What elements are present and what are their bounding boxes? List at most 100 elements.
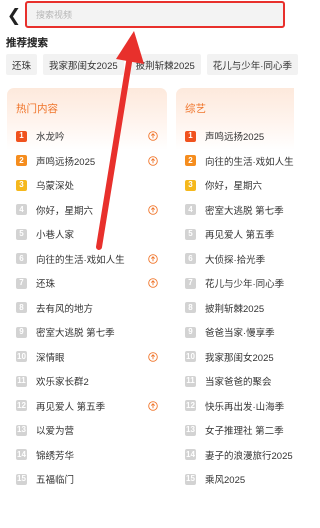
rank-badge: 5 [185,228,196,240]
ranking-row[interactable]: 10 深情眼 [7,345,167,370]
ranking-row[interactable]: 12 快乐再出发·山海季 [176,394,294,419]
ranking-row[interactable]: 6 向往的生活·戏如人生 [7,247,167,272]
search-box[interactable] [25,1,285,28]
recommend-chips: 还珠 我家那闺女2025 披荆斩棘2025 花儿与少年·同心季 [6,54,298,75]
rank-badge: 11 [185,375,196,387]
ranking-label: 向往的生活·戏如人生 [36,254,125,266]
ranking-row[interactable]: 9 爸爸当家·慢享季 [176,320,294,345]
ranking-row[interactable]: 14 妻子的浪漫旅行2025 [176,443,294,468]
ranking-row[interactable]: 5 再见爱人 第五季 [176,222,294,247]
rank-badge: 6 [185,253,196,265]
ranking-label: 乌蒙深处 [36,181,75,193]
ranking-label: 欢乐家长群2 [36,377,89,389]
ranking-row[interactable]: 15 乘风2025 [176,467,294,492]
ranking-row[interactable]: 14 锦绣芳华 [7,443,167,468]
rank-badge: 10 [185,351,196,363]
rank-badge: 9 [16,326,27,338]
ranking-label: 我家那闺女2025 [205,352,274,364]
ranking-row[interactable]: 7 花儿与少年·同心季 [176,271,294,296]
ranking-label: 你好，星期六 [205,181,263,193]
variety-list: 1 声鸣远扬2025 2 向往的生活·戏如人生 3 你好，星期六 4 密室大逃脱 第七季 5 再见… [176,124,294,492]
ranking-row[interactable]: 4 你好，星期六 [7,198,167,223]
ranking-label: 水龙吟 [36,132,65,144]
ranking-row[interactable]: 11 当家爸爸的聚会 [176,369,294,394]
hot-content-list: 1 水龙吟 2 声鸣远扬2025 3 乌蒙深处 4 你好，星期六 5 小巷人家 6 向往的生活·戏如人… [7,124,167,492]
variety-card: 综艺 1 声鸣远扬2025 2 向往的生活·戏如人生 3 你好，星期六 4 密室大逃脱 第七季… [176,88,294,520]
ranking-row[interactable]: 8 去有风的地方 [7,296,167,321]
ranking-label: 向往的生活·戏如人生 [205,156,294,168]
ranking-label: 密室大逃脱 第七季 [205,205,284,217]
rank-badge: 4 [16,204,27,216]
ranking-label: 爸爸当家·慢享季 [205,328,275,340]
ranking-row[interactable]: 9 密室大逃脱 第七季 [7,320,167,345]
ranking-label: 密室大逃脱 第七季 [36,328,115,340]
ranking-label: 乘风2025 [205,475,246,487]
trending-up-icon [148,253,158,264]
search-page: ❮ 推荐搜索 还珠 我家那闺女2025 披荆斩棘2025 花儿与少年·同心季 热… [0,0,300,528]
ranking-row[interactable]: 8 披荆斩棘2025 [176,296,294,321]
recommend-chip[interactable]: 披荆斩棘2025 [129,54,201,75]
rank-badge: 2 [16,155,27,167]
ranking-row[interactable]: 13 以爱为营 [7,418,167,443]
rank-badge: 8 [185,302,196,314]
recommend-chip[interactable]: 我家那闺女2025 [43,54,124,75]
ranking-row[interactable]: 3 你好，星期六 [176,173,294,198]
recommend-chip[interactable]: 花儿与少年·同心季 [206,54,298,75]
rank-badge: 12 [16,400,27,412]
rank-badge: 13 [185,424,196,436]
rank-badge: 2 [185,155,196,167]
ranking-label: 女子推理社 第二季 [205,426,284,438]
recommend-title: 推荐搜索 [6,37,48,49]
rank-badge: 1 [16,130,27,142]
ranking-row[interactable]: 13 女子推理社 第二季 [176,418,294,443]
variety-title: 综艺 [185,103,206,115]
ranking-row[interactable]: 10 我家那闺女2025 [176,345,294,370]
ranking-row[interactable]: 4 密室大逃脱 第七季 [176,198,294,223]
rank-badge: 13 [16,424,27,436]
ranking-row[interactable]: 15 五福临门 [7,467,167,492]
rank-badge: 6 [16,253,27,265]
ranking-label: 深情眼 [36,352,65,364]
ranking-label: 五福临门 [36,475,75,487]
ranking-label: 声鸣远扬2025 [205,132,265,144]
ranking-label: 花儿与少年·同心季 [205,279,285,291]
rank-badge: 15 [16,473,27,485]
ranking-label: 声鸣远扬2025 [36,156,96,168]
ranking-row[interactable]: 1 水龙吟 [7,124,167,149]
ranking-row[interactable]: 5 小巷人家 [7,222,167,247]
ranking-label: 还珠 [36,279,56,291]
rank-badge: 10 [16,351,27,363]
ranking-row[interactable]: 1 声鸣远扬2025 [176,124,294,149]
trending-up-icon [148,400,158,411]
ranking-label: 大侦探·拾光季 [205,254,266,266]
ranking-row[interactable]: 6 大侦探·拾光季 [176,247,294,272]
ranking-row[interactable]: 7 还珠 [7,271,167,296]
ranking-label: 以爱为营 [36,426,75,438]
ranking-row[interactable]: 12 再见爱人 第五季 [7,394,167,419]
ranking-label: 锦绣芳华 [36,450,75,462]
rank-badge: 11 [16,375,27,387]
ranking-label: 快乐再出发·山海季 [205,401,285,413]
ranking-label: 披荆斩棘2025 [205,303,265,315]
ranking-row[interactable]: 3 乌蒙深处 [7,173,167,198]
back-arrow-icon[interactable]: ❮ [6,4,22,26]
rank-badge: 8 [16,302,27,314]
rank-badge: 14 [16,449,27,461]
ranking-row[interactable]: 2 向往的生活·戏如人生 [176,149,294,174]
rank-badge: 1 [185,130,196,142]
ranking-label: 去有风的地方 [36,303,94,315]
ranking-label: 再见爱人 第五季 [205,230,275,242]
ranking-row[interactable]: 2 声鸣远扬2025 [7,149,167,174]
ranking-row[interactable]: 11 欢乐家长群2 [7,369,167,394]
rank-badge: 3 [16,179,27,191]
rank-badge: 5 [16,228,27,240]
rank-badge: 15 [185,473,196,485]
ranking-label: 你好，星期六 [36,205,94,217]
recommend-chip[interactable]: 还珠 [6,54,38,75]
hot-content-title: 热门内容 [16,103,58,115]
rank-badge: 4 [185,204,196,216]
rank-badge: 7 [185,277,196,289]
ranking-label: 再见爱人 第五季 [36,401,106,413]
hot-content-card: 热门内容 1 水龙吟 2 声鸣远扬2025 3 乌蒙深处 4 你好，星期六 5 小巷人家 6 向往的生… [7,88,167,520]
search-input[interactable] [36,9,283,20]
